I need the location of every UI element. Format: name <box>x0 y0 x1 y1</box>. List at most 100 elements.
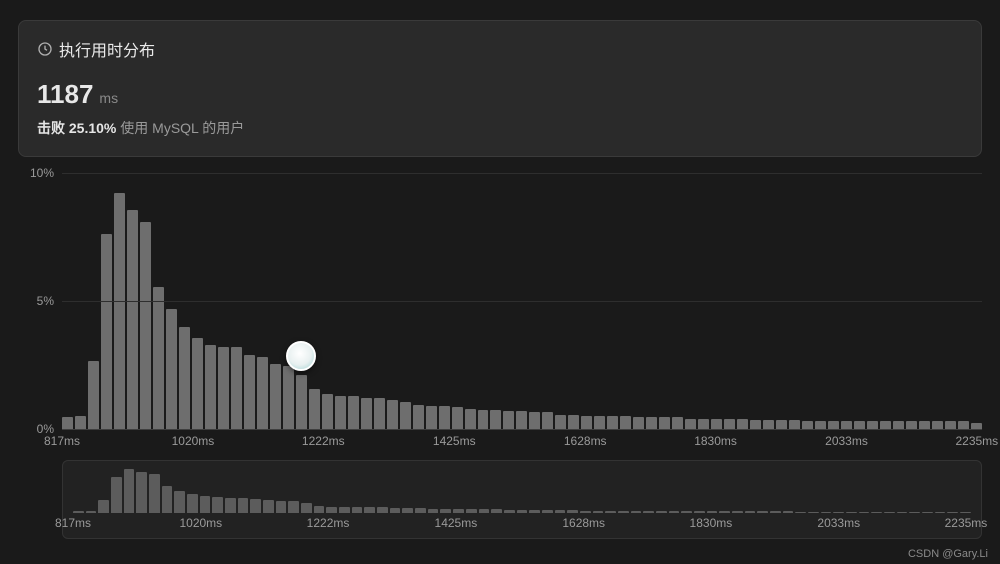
range-bar[interactable] <box>453 509 464 513</box>
chart-bar[interactable] <box>802 421 813 429</box>
range-bar[interactable] <box>555 510 566 513</box>
range-bar[interactable] <box>567 510 578 513</box>
range-bar[interactable] <box>871 512 882 513</box>
range-bar[interactable] <box>428 509 439 513</box>
chart-bar[interactable] <box>231 347 242 429</box>
chart-bar[interactable] <box>283 366 294 429</box>
range-bar[interactable] <box>174 491 185 513</box>
range-bar[interactable] <box>745 511 756 513</box>
distribution-chart[interactable]: 0%5%10% <box>62 173 982 430</box>
range-bar[interactable] <box>694 511 705 513</box>
range-bar[interactable] <box>618 511 629 513</box>
range-bar[interactable] <box>250 499 261 513</box>
chart-bar[interactable] <box>932 421 943 429</box>
chart-bar[interactable] <box>270 364 281 429</box>
chart-bar[interactable] <box>880 421 891 429</box>
range-bar[interactable] <box>631 511 642 513</box>
chart-bar[interactable] <box>854 421 865 429</box>
chart-bar[interactable] <box>646 417 657 429</box>
chart-bar[interactable] <box>503 411 514 429</box>
range-bar[interactable] <box>149 474 160 513</box>
range-bar[interactable] <box>846 512 857 513</box>
range-bar[interactable] <box>415 508 426 513</box>
range-bar[interactable] <box>757 511 768 513</box>
range-bar[interactable] <box>529 510 540 513</box>
range-bar[interactable] <box>770 511 781 513</box>
chart-bar[interactable] <box>633 417 644 429</box>
range-bar[interactable] <box>669 511 680 513</box>
range-bar[interactable] <box>935 512 946 513</box>
chart-bar[interactable] <box>815 421 826 429</box>
range-bar[interactable] <box>580 511 591 513</box>
chart-bar[interactable] <box>581 416 592 429</box>
chart-bar[interactable] <box>945 421 956 429</box>
range-bar[interactable] <box>301 503 312 513</box>
chart-bar[interactable] <box>101 234 112 429</box>
chart-bar[interactable] <box>257 357 268 429</box>
range-bar[interactable] <box>897 512 908 513</box>
range-bar[interactable] <box>73 511 84 513</box>
chart-bar[interactable] <box>335 396 346 429</box>
chart-bar[interactable] <box>114 193 125 429</box>
chart-bar[interactable] <box>452 407 463 429</box>
chart-bar[interactable] <box>490 410 501 429</box>
chart-bar[interactable] <box>776 420 787 429</box>
range-bar[interactable] <box>808 512 819 513</box>
range-bar[interactable] <box>479 509 490 513</box>
range-bar[interactable] <box>783 511 794 513</box>
range-bar[interactable] <box>732 511 743 513</box>
chart-bar[interactable] <box>361 398 372 429</box>
range-bar[interactable] <box>504 510 515 513</box>
chart-bar[interactable] <box>478 410 489 429</box>
chart-bar[interactable] <box>958 421 969 429</box>
chart-bar[interactable] <box>322 394 333 429</box>
range-bar[interactable] <box>263 500 274 513</box>
range-bar[interactable] <box>491 509 502 513</box>
range-bar[interactable] <box>187 494 198 513</box>
chart-bar[interactable] <box>348 396 359 429</box>
range-bar[interactable] <box>922 512 933 513</box>
range-bar[interactable] <box>390 508 401 514</box>
range-bar[interactable] <box>124 469 135 513</box>
range-bar[interactable] <box>111 477 122 513</box>
chart-bar[interactable] <box>529 412 540 429</box>
range-bar[interactable] <box>225 498 236 513</box>
range-bar[interactable] <box>86 511 97 513</box>
chart-bar[interactable] <box>244 355 255 429</box>
chart-bar[interactable] <box>62 417 73 429</box>
range-bar[interactable] <box>719 511 730 513</box>
chart-bar[interactable] <box>516 411 527 429</box>
range-bar[interactable] <box>833 512 844 513</box>
range-bar[interactable] <box>884 512 895 513</box>
chart-bar[interactable] <box>685 419 696 429</box>
chart-bar[interactable] <box>166 309 177 429</box>
range-bar[interactable] <box>402 508 413 513</box>
chart-bar[interactable] <box>400 402 411 429</box>
chart-bar[interactable] <box>413 405 424 429</box>
range-bar[interactable] <box>136 472 147 513</box>
chart-bar[interactable] <box>711 419 722 429</box>
chart-bar[interactable] <box>919 421 930 429</box>
range-bar[interactable] <box>795 512 806 513</box>
range-bar[interactable] <box>326 507 337 513</box>
range-bar[interactable] <box>440 509 451 513</box>
chart-bar[interactable] <box>205 345 216 429</box>
range-bar[interactable] <box>212 497 223 513</box>
chart-bar[interactable] <box>465 409 476 429</box>
range-bar[interactable] <box>466 509 477 513</box>
chart-bar[interactable] <box>828 421 839 429</box>
chart-bar[interactable] <box>374 398 385 429</box>
chart-bar[interactable] <box>218 347 229 429</box>
chart-bar[interactable] <box>426 406 437 429</box>
range-bar[interactable] <box>517 510 528 513</box>
chart-bar[interactable] <box>659 417 670 429</box>
chart-bar[interactable] <box>841 421 852 429</box>
range-bar[interactable] <box>960 512 971 513</box>
chart-bar[interactable] <box>789 420 800 429</box>
chart-bar[interactable] <box>906 421 917 429</box>
chart-bar[interactable] <box>88 361 99 429</box>
chart-bar[interactable] <box>439 406 450 429</box>
range-bar[interactable] <box>707 511 718 513</box>
range-bar[interactable] <box>643 511 654 513</box>
chart-bar[interactable] <box>737 419 748 429</box>
